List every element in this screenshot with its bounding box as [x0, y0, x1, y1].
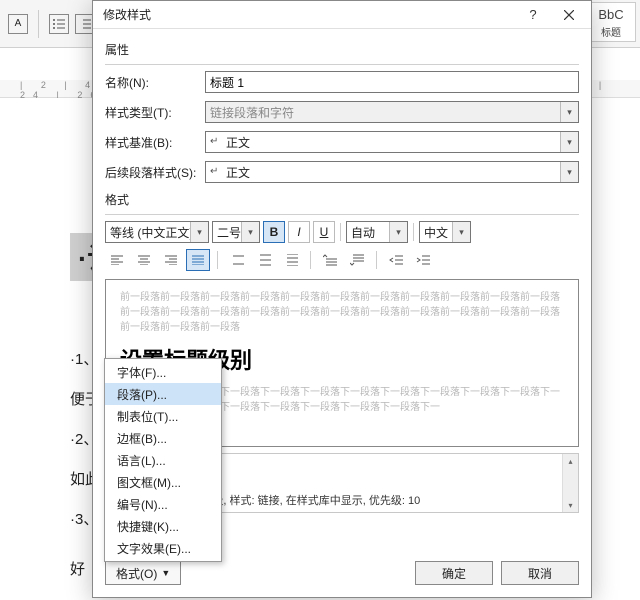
menu-item-shortcut[interactable]: 快捷键(K)...: [105, 515, 221, 537]
align-center-button[interactable]: [132, 249, 156, 271]
font-name-select[interactable]: 等线 (中文正文)▾: [105, 221, 209, 243]
cancel-button[interactable]: 取消: [501, 561, 579, 585]
line-spacing-15[interactable]: [252, 249, 276, 271]
format-toolbar-2: [105, 249, 579, 271]
style-type-select: 链接段落和字符 ▾: [205, 101, 579, 123]
name-label: 名称(N):: [105, 74, 197, 91]
scroll-up-icon[interactable]: ▴: [563, 454, 578, 468]
chevron-down-icon[interactable]: ▾: [241, 222, 259, 242]
menu-item-border[interactable]: 边框(B)...: [105, 427, 221, 449]
space-before-decrease[interactable]: [345, 249, 369, 271]
preview-grey-before: 前一段落前一段落前一段落前一段落前一段落前一段落前一段落前一段落前一段落前一段落…: [120, 290, 564, 335]
align-right-button[interactable]: [159, 249, 183, 271]
section-format-label: 格式: [105, 191, 579, 208]
scrollbar[interactable]: ▴ ▾: [562, 454, 578, 512]
menu-item-font[interactable]: 字体(F)...: [105, 361, 221, 383]
scroll-down-icon[interactable]: ▾: [563, 498, 578, 512]
style-gallery-item[interactable]: BbC 标题: [586, 2, 636, 42]
format-toolbar-1: 等线 (中文正文)▾ 二号▾ B I U 自动▾ 中文▾: [105, 221, 579, 243]
next-style-select[interactable]: ↵ 正文 ▾: [205, 161, 579, 183]
paragraph-icon: ↵: [210, 166, 222, 178]
name-input[interactable]: [205, 71, 579, 93]
ok-button[interactable]: 确定: [415, 561, 493, 585]
menu-item-paragraph[interactable]: 段落(P)...: [105, 383, 221, 405]
bullet-list-icon[interactable]: [49, 14, 69, 34]
menu-item-language[interactable]: 语言(L)...: [105, 449, 221, 471]
paragraph-icon: ↵: [210, 136, 222, 148]
menu-item-text-effects[interactable]: 文字效果(E)...: [105, 537, 221, 559]
section-properties-label: 属性: [105, 41, 579, 58]
chevron-down-icon: ▾: [560, 102, 578, 122]
align-left-button[interactable]: [105, 249, 129, 271]
menu-item-frame[interactable]: 图文框(M)...: [105, 471, 221, 493]
chevron-down-icon[interactable]: ▾: [560, 162, 578, 182]
italic-button[interactable]: I: [288, 221, 310, 243]
language-select[interactable]: 中文▾: [419, 221, 471, 243]
menu-item-numbering[interactable]: 编号(N)...: [105, 493, 221, 515]
chevron-down-icon[interactable]: ▾: [389, 222, 407, 242]
menu-item-tabs[interactable]: 制表位(T)...: [105, 405, 221, 427]
ribbon-box-a[interactable]: A: [8, 14, 28, 34]
next-style-label: 后续段落样式(S):: [105, 164, 197, 181]
doc-line: 好: [70, 558, 85, 579]
line-spacing-2[interactable]: [279, 249, 303, 271]
dialog-titlebar: 修改样式 ?: [93, 1, 591, 29]
bold-button[interactable]: B: [263, 221, 285, 243]
chevron-down-icon[interactable]: ▾: [452, 222, 470, 242]
indent-increase-button[interactable]: [411, 249, 435, 271]
style-type-label: 样式类型(T):: [105, 104, 197, 121]
space-before-increase[interactable]: [318, 249, 342, 271]
format-dropdown-button[interactable]: 格式(O)▼: [105, 561, 181, 585]
font-size-select[interactable]: 二号▾: [212, 221, 260, 243]
dialog-title: 修改样式: [103, 6, 515, 23]
line-spacing-1[interactable]: [225, 249, 249, 271]
align-justify-button[interactable]: [186, 249, 210, 271]
close-button[interactable]: [551, 1, 587, 29]
style-base-label: 样式基准(B):: [105, 134, 197, 151]
chevron-down-icon[interactable]: ▾: [190, 222, 208, 242]
chevron-down-icon[interactable]: ▾: [560, 132, 578, 152]
underline-button[interactable]: U: [313, 221, 335, 243]
close-icon: [564, 10, 574, 20]
help-button[interactable]: ?: [515, 1, 551, 29]
font-color-select[interactable]: 自动▾: [346, 221, 408, 243]
style-base-select[interactable]: ↵ 正文 ▾: [205, 131, 579, 153]
indent-decrease-button[interactable]: [384, 249, 408, 271]
format-popup-menu: 字体(F)... 段落(P)... 制表位(T)... 边框(B)... 语言(…: [104, 358, 222, 562]
